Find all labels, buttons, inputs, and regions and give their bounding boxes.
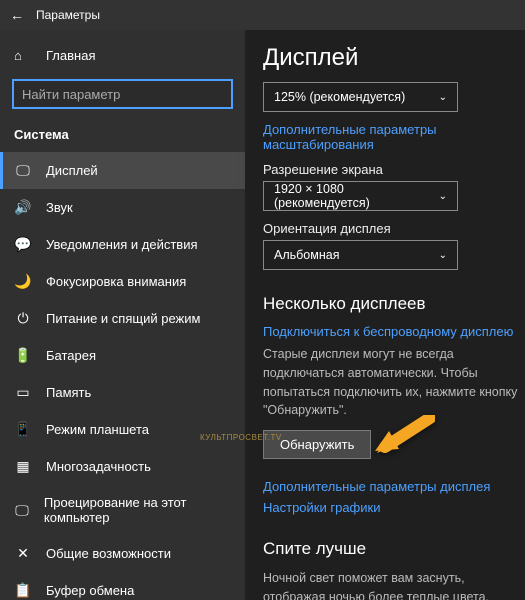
sidebar-item-5[interactable]: 🔋 Батарея [0, 337, 245, 374]
sidebar-item-2[interactable]: 💬 Уведомления и действия [0, 226, 245, 263]
resolution-label: Разрешение экрана [263, 162, 525, 177]
annotation-arrow [375, 415, 435, 466]
nav-icon: ▦ [14, 458, 32, 475]
nav-icon: ▭ [14, 384, 32, 401]
nav-icon: 📋 [14, 582, 32, 599]
resolution-value: 1920 × 1080 (рекомендуется) [274, 182, 439, 210]
page-title: Дисплей [263, 44, 525, 72]
nav-icon: 🖵 [14, 162, 32, 179]
sidebar-item-7[interactable]: 📱 Режим планшета [0, 411, 245, 448]
nav-icon: ⏻ [14, 310, 32, 327]
nav-icon: 📱 [14, 421, 32, 438]
sidebar-item-4[interactable]: ⏻ Питание и спящий режим [0, 300, 245, 337]
scale-value: 125% (рекомендуется) [274, 90, 405, 104]
advanced-display-link[interactable]: Дополнительные параметры дисплея [263, 479, 525, 494]
group-header: Система [0, 121, 245, 152]
nav-label: Питание и спящий режим [46, 311, 200, 326]
sidebar-item-6[interactable]: ▭ Память [0, 374, 245, 411]
resolution-dropdown[interactable]: 1920 × 1080 (рекомендуется) ⌄ [263, 181, 458, 211]
wireless-display-link[interactable]: Подключиться к беспроводному дисплею [263, 324, 525, 339]
nav-label: Фокусировка внимания [46, 274, 186, 289]
sleep-better-text: Ночной свет поможет вам заснуть, отображ… [263, 569, 525, 600]
sidebar-item-0[interactable]: 🖵 Дисплей [0, 152, 245, 189]
nav-icon: 💬 [14, 236, 32, 253]
nav-icon: ✕ [14, 545, 32, 562]
nav-icon: 🖵 [14, 502, 30, 519]
home-label: Главная [46, 48, 95, 63]
nav-label: Проецирование на этот компьютер [44, 495, 231, 525]
main-panel: Дисплей 125% (рекомендуется) ⌄ Дополните… [245, 30, 525, 600]
nav-icon: 🔋 [14, 347, 32, 364]
orientation-dropdown[interactable]: Альбомная ⌄ [263, 240, 458, 270]
nav-label: Буфер обмена [46, 583, 134, 598]
chevron-down-icon: ⌄ [439, 191, 447, 202]
sidebar-item-11[interactable]: 📋 Буфер обмена [0, 572, 245, 600]
home-icon: ⌂ [14, 48, 32, 63]
orientation-value: Альбомная [274, 248, 339, 262]
sidebar-item-9[interactable]: 🖵 Проецирование на этот компьютер [0, 485, 245, 535]
nav-label: Общие возможности [46, 546, 171, 561]
sidebar-item-8[interactable]: ▦ Многозадачность [0, 448, 245, 485]
sidebar-item-10[interactable]: ✕ Общие возможности [0, 535, 245, 572]
advanced-scaling-link[interactable]: Дополнительные параметры масштабирования [263, 122, 525, 152]
nav-label: Многозадачность [46, 459, 151, 474]
sidebar: ⌂ Главная Система 🖵 Дисплей 🔊 Звук 💬 Уведомле… [0, 30, 245, 600]
nav-icon: 🌙 [14, 273, 32, 290]
detect-button[interactable]: Обнаружить [263, 430, 371, 459]
nav-label: Батарея [46, 348, 96, 363]
nav-label: Режим планшета [46, 422, 149, 437]
nav-label: Дисплей [46, 163, 98, 178]
legacy-displays-text: Старые дисплеи могут не всегда подключат… [263, 345, 525, 420]
chevron-down-icon: ⌄ [439, 92, 447, 103]
multiple-displays-heading: Несколько дисплеев [263, 294, 525, 314]
scale-dropdown[interactable]: 125% (рекомендуется) ⌄ [263, 82, 458, 112]
graphics-settings-link[interactable]: Настройки графики [263, 500, 525, 515]
nav-icon: 🔊 [14, 199, 32, 216]
chevron-down-icon: ⌄ [439, 250, 447, 261]
back-button[interactable]: ← [8, 7, 26, 23]
search-input[interactable] [12, 79, 233, 109]
sidebar-item-1[interactable]: 🔊 Звук [0, 189, 245, 226]
nav-label: Уведомления и действия [46, 237, 198, 252]
sleep-better-heading: Спите лучше [263, 539, 525, 559]
nav-label: Звук [46, 200, 73, 215]
orientation-label: Ориентация дисплея [263, 221, 525, 236]
window-title: Параметры [36, 8, 100, 22]
sidebar-item-3[interactable]: 🌙 Фокусировка внимания [0, 263, 245, 300]
nav-label: Память [46, 385, 91, 400]
home-button[interactable]: ⌂ Главная [0, 40, 245, 71]
